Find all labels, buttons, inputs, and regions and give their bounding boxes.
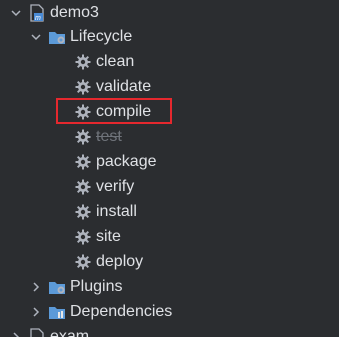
goal-label: validate xyxy=(96,78,152,95)
gear-icon xyxy=(74,228,92,246)
goal-label-skipped: test xyxy=(96,128,122,145)
goal-compile[interactable]: compile xyxy=(0,99,339,124)
goal-label: package xyxy=(96,153,157,170)
tree-node-plugins[interactable]: Plugins xyxy=(0,274,339,299)
goal-deploy[interactable]: deploy xyxy=(0,249,339,274)
chevron-right-icon[interactable] xyxy=(10,331,22,337)
goal-label: clean xyxy=(96,53,135,70)
goal-install[interactable]: install xyxy=(0,199,339,224)
svg-text:m: m xyxy=(35,15,41,22)
gear-icon xyxy=(74,178,92,196)
goal-clean[interactable]: clean xyxy=(0,49,339,74)
lifecycle-label: Lifecycle xyxy=(70,28,133,45)
chevron-right-icon[interactable] xyxy=(30,281,42,293)
gear-icon xyxy=(74,78,92,96)
goal-label: verify xyxy=(96,178,135,195)
project-node-demo3[interactable]: m demo3 xyxy=(0,0,339,25)
project-label: exam xyxy=(50,328,90,337)
chevron-down-icon[interactable] xyxy=(30,31,42,43)
goal-label: install xyxy=(96,203,137,220)
goal-label: site xyxy=(96,228,121,245)
goal-test[interactable]: test xyxy=(0,124,339,149)
plugins-folder-icon xyxy=(48,278,66,296)
goal-package[interactable]: package xyxy=(0,149,339,174)
gear-icon xyxy=(74,203,92,221)
chevron-down-icon[interactable] xyxy=(10,7,22,19)
gear-icon xyxy=(74,253,92,271)
tree-node-lifecycle[interactable]: Lifecycle xyxy=(0,24,339,49)
lifecycle-folder-icon xyxy=(48,28,66,46)
maven-module-icon: m xyxy=(28,3,46,22)
gear-icon xyxy=(74,153,92,171)
plugins-label: Plugins xyxy=(70,278,123,295)
tree-node-dependencies[interactable]: Dependencies xyxy=(0,299,339,324)
gear-icon xyxy=(74,53,92,71)
dependencies-label: Dependencies xyxy=(70,303,173,320)
goal-site[interactable]: site xyxy=(0,224,339,249)
maven-module-icon xyxy=(28,327,46,337)
goal-verify[interactable]: verify xyxy=(0,174,339,199)
dependencies-folder-icon xyxy=(48,303,66,321)
gear-icon xyxy=(74,128,92,146)
goal-label: deploy xyxy=(96,253,144,270)
chevron-right-icon[interactable] xyxy=(30,306,42,318)
project-node-exam[interactable]: exam xyxy=(0,324,339,337)
goal-validate[interactable]: validate xyxy=(0,74,339,99)
gear-icon xyxy=(74,103,92,121)
goal-label: compile xyxy=(96,103,152,120)
project-label: demo3 xyxy=(50,4,99,21)
